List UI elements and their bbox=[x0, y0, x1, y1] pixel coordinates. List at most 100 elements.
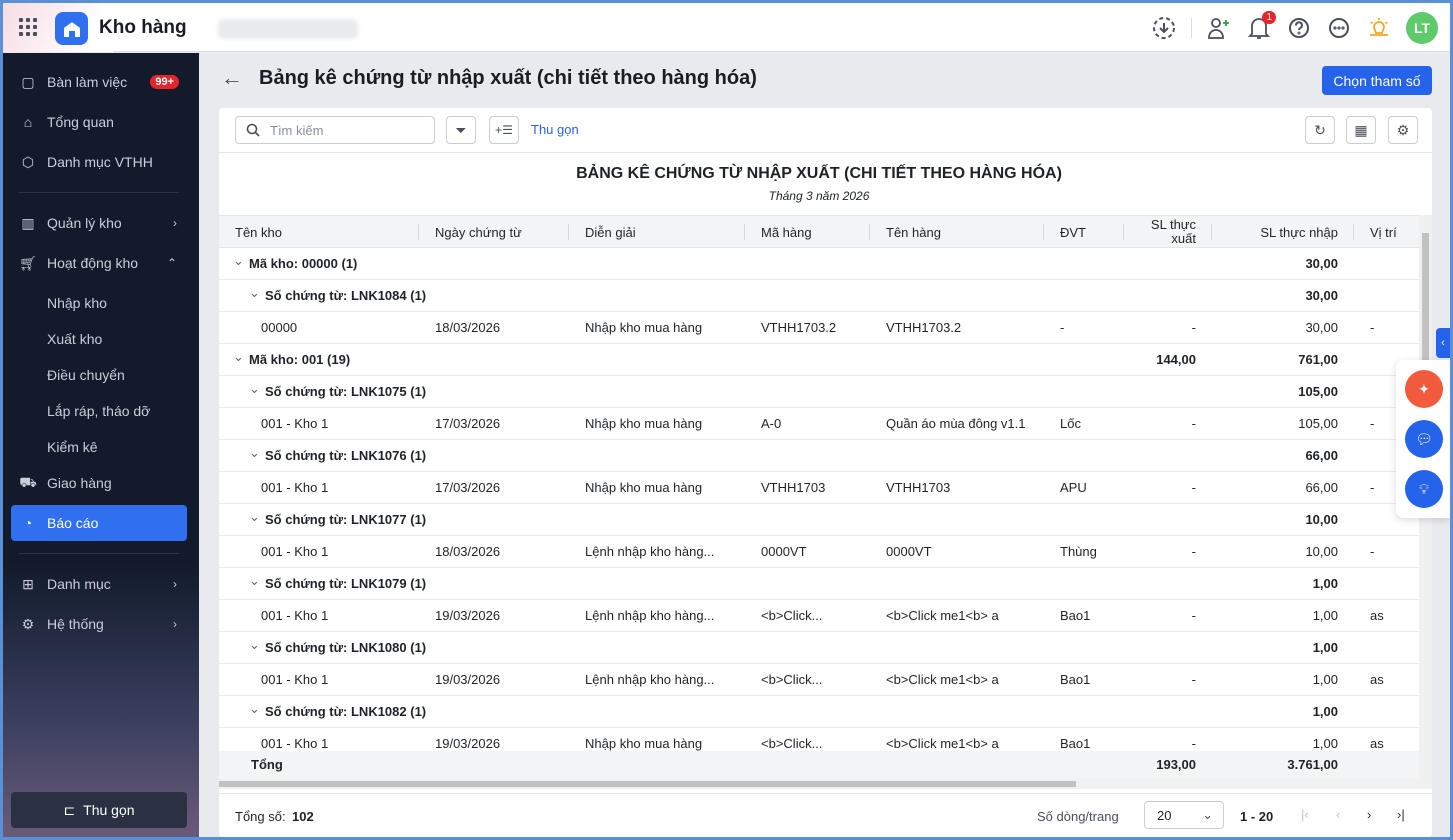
column-header-location[interactable]: Vị trí bbox=[1354, 216, 1419, 248]
search-input[interactable]: Tìm kiếm bbox=[235, 116, 435, 144]
avatar[interactable]: LT bbox=[1406, 12, 1438, 44]
column-header-qty-export[interactable]: SL thực xuất bbox=[1124, 216, 1212, 248]
cell-qty-import: 1,00 bbox=[1312, 608, 1338, 623]
column-header-unit[interactable]: ĐVT bbox=[1044, 216, 1124, 248]
first-page-icon[interactable]: |‹ bbox=[1301, 807, 1309, 822]
divider bbox=[19, 553, 179, 554]
group-export-total: 144,00 bbox=[1156, 352, 1196, 367]
sidebar-item-categories[interactable]: ⊞ Danh mục › bbox=[11, 566, 187, 602]
notification-badge: 1 bbox=[1262, 11, 1276, 24]
group-label: Số chứng từ: LNK1079 (1) bbox=[265, 576, 427, 591]
expand-panel-tab[interactable]: ‹ bbox=[1436, 328, 1450, 358]
cell-unit: Thùng bbox=[1060, 544, 1097, 559]
sidebar-item-workspace[interactable]: ▢ Bàn làm việc 99+ bbox=[11, 64, 187, 100]
last-page-icon[interactable]: ›| bbox=[1397, 807, 1405, 822]
add-user-icon[interactable] bbox=[1206, 15, 1232, 41]
table-row[interactable]: 001 - Kho 1 19/03/2026 Lệnh nhập kho hàng.… bbox=[219, 600, 1419, 632]
group-row-voucher[interactable]: ⌄ Số chứng từ: LNK1080 (1) 1,00 bbox=[219, 632, 1419, 664]
group-label: Số chứng từ: LNK1080 (1) bbox=[265, 640, 427, 655]
sidebar-item-assembly[interactable]: Lắp ráp, tháo dỡ bbox=[11, 393, 187, 429]
column-header-item-code[interactable]: Mã hàng bbox=[745, 216, 870, 248]
group-row-voucher[interactable]: ⌄ Số chứng từ: LNK1077 (1) 10,00 bbox=[219, 504, 1419, 536]
group-row-voucher[interactable]: ⌄ Số chứng từ: LNK1079 (1) 1,00 bbox=[219, 568, 1419, 600]
group-row-voucher[interactable]: ⌄ Số chứng từ: LNK1082 (1) 1,00 bbox=[219, 696, 1419, 728]
cell-description: Nhập kho mua hàng bbox=[585, 320, 703, 335]
collapse-all-link[interactable]: Thu gọn bbox=[531, 122, 579, 137]
export-table-button[interactable]: ▦ bbox=[1346, 116, 1376, 144]
group-import-total: 1,00 bbox=[1312, 704, 1338, 719]
total-export: 193,00 bbox=[1156, 757, 1196, 772]
cell-date: 18/03/2026 bbox=[435, 544, 501, 559]
sidebar-item-import[interactable]: Nhập kho bbox=[11, 285, 187, 321]
table-row[interactable]: 00000 18/03/2026 Nhập kho mua hàng VTHH1703… bbox=[219, 312, 1419, 344]
group-label: Số chứng từ: LNK1075 (1) bbox=[265, 384, 427, 399]
cell-location: - bbox=[1370, 544, 1375, 559]
table-row[interactable]: 001 - Kho 1 17/03/2026 Nhập kho mua hàng A-… bbox=[219, 408, 1419, 440]
cell-date: 19/03/2026 bbox=[435, 608, 501, 623]
group-row-voucher[interactable]: ⌄ Số chứng từ: LNK1076 (1) 66,00 bbox=[219, 440, 1419, 472]
ai-sparkle-icon[interactable]: ✦ bbox=[1405, 370, 1443, 408]
cell-description: Lệnh nhập kho hàng... bbox=[585, 608, 715, 623]
cell-qty-export: - bbox=[1191, 544, 1196, 559]
cell-warehouse: 001 - Kho 1 bbox=[261, 544, 329, 559]
sidebar-item-overview[interactable]: ⌂ Tổng quan bbox=[11, 104, 187, 140]
refresh-button[interactable]: ↻ bbox=[1305, 116, 1335, 144]
column-header-warehouse[interactable]: Tên kho bbox=[219, 216, 419, 248]
rows-per-page-value: 20 bbox=[1157, 808, 1172, 823]
sidebar-item-export[interactable]: Xuất kho bbox=[11, 321, 187, 357]
sidebar-item-warehouse-activity[interactable]: 🛒︎ Hoạt động kho ⌃ bbox=[11, 245, 187, 281]
column-header-qty-import[interactable]: SL thực nhập bbox=[1212, 216, 1354, 248]
sidebar-item-catalog-vthh[interactable]: ⬡ Danh mục VTHH bbox=[11, 144, 187, 180]
sidebar-item-delivery[interactable]: ⛟ Giao hàng bbox=[11, 465, 187, 501]
group-export-total bbox=[1124, 632, 1212, 664]
chat-icon[interactable]: 💬︎ bbox=[1405, 420, 1443, 458]
next-page-icon[interactable]: › bbox=[1367, 807, 1371, 822]
cell-qty-import: 66,00 bbox=[1305, 480, 1338, 495]
refresh-icon: ↻ bbox=[1314, 121, 1326, 138]
app-grid-icon[interactable] bbox=[19, 18, 37, 36]
bell-icon[interactable]: 1 bbox=[1246, 11, 1276, 41]
group-row-voucher[interactable]: ⌄ Số chứng từ: LNK1075 (1) 105,00 bbox=[219, 376, 1419, 408]
help-icon[interactable] bbox=[1286, 15, 1312, 41]
back-arrow-icon[interactable]: ← bbox=[221, 65, 243, 91]
column-header-date[interactable]: Ngày chứng từ bbox=[419, 216, 569, 248]
prev-page-icon[interactable]: ‹ bbox=[1336, 807, 1340, 822]
table-row[interactable]: 001 - Kho 1 17/03/2026 Nhập kho mua hàng VT… bbox=[219, 472, 1419, 504]
cell-qty-import: 105,00 bbox=[1298, 416, 1338, 431]
sidebar-item-reports[interactable]: ◔ Báo cáo bbox=[11, 505, 187, 541]
column-header-item-name[interactable]: Tên hàng bbox=[870, 216, 1044, 248]
cell-qty-import: 30,00 bbox=[1305, 320, 1338, 335]
sidebar-item-inventory-check[interactable]: Kiểm kê bbox=[11, 429, 187, 465]
table-row[interactable]: 001 - Kho 1 18/03/2026 Lệnh nhập kho hàng.… bbox=[219, 536, 1419, 568]
report-subtitle: Tháng 3 năm 2026 bbox=[768, 189, 870, 203]
cell-unit: Lốc bbox=[1060, 416, 1081, 431]
horizontal-scrollbar[interactable] bbox=[219, 779, 1419, 789]
table-row[interactable]: 001 - Kho 1 19/03/2026 Nhập kho mua hàng <b… bbox=[219, 728, 1419, 751]
cell-date: 18/03/2026 bbox=[435, 320, 501, 335]
expand-tree-button[interactable]: +☰ bbox=[489, 116, 519, 144]
filter-button[interactable]: ⏷ bbox=[446, 116, 476, 144]
cart-icon: 🛒︎ bbox=[19, 254, 37, 271]
group-import-total: 30,00 bbox=[1305, 256, 1338, 271]
sidebar-item-transfer[interactable]: Điều chuyển bbox=[11, 357, 187, 393]
group-row-warehouse[interactable]: ⌄ Mã kho: 001 (19) 144,00 761,00 bbox=[219, 344, 1419, 376]
workspace-icon: ▢ bbox=[21, 73, 35, 90]
lightbulb-icon[interactable] bbox=[1366, 15, 1392, 41]
sidebar-item-label: Danh mục bbox=[47, 576, 111, 592]
more-icon[interactable] bbox=[1326, 15, 1352, 41]
cell-qty-import: 1,00 bbox=[1312, 736, 1338, 751]
table-header: Tên kho Ngày chứng từ Diễn giải Mã hàng Tên … bbox=[219, 215, 1419, 248]
collapse-sidebar-button[interactable]: ⊏ Thu gọn bbox=[11, 792, 187, 828]
choose-params-button[interactable]: Chọn tham số bbox=[1322, 66, 1432, 95]
group-row-warehouse[interactable]: ⌄ Mã kho: 00000 (1) 30,00 bbox=[219, 248, 1419, 280]
cell-description: Nhập kho mua hàng bbox=[585, 736, 703, 751]
sidebar-item-system[interactable]: ⚙ Hệ thống › bbox=[11, 606, 187, 642]
rows-per-page-select[interactable]: 20 ⌄ bbox=[1144, 801, 1224, 829]
sidebar-item-warehouse-mgmt[interactable]: ▥ Quản lý kho › bbox=[11, 205, 187, 241]
column-header-description[interactable]: Diễn giải bbox=[569, 216, 745, 248]
table-row[interactable]: 001 - Kho 1 19/03/2026 Lệnh nhập kho hàng.… bbox=[219, 664, 1419, 696]
group-row-voucher[interactable]: ⌄ Số chứng từ: LNK1084 (1) 30,00 bbox=[219, 280, 1419, 312]
idea-icon[interactable]: 💡︎ bbox=[1405, 470, 1443, 508]
download-icon[interactable] bbox=[1151, 15, 1177, 41]
settings-button[interactable]: ⚙ bbox=[1388, 116, 1418, 144]
